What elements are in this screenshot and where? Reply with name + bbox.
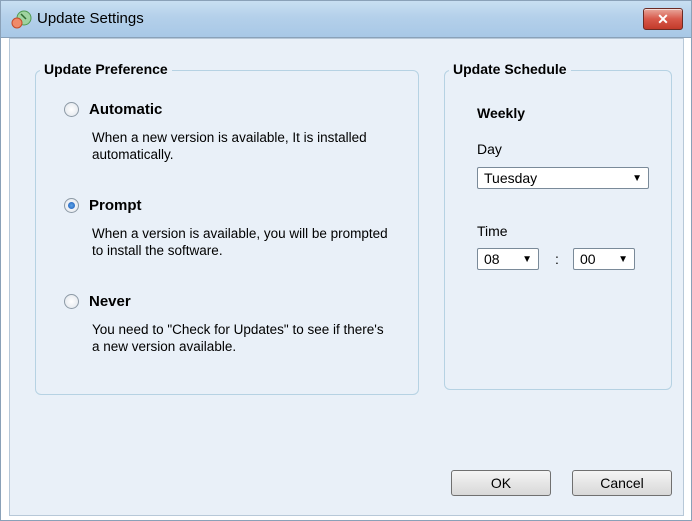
minute-select-value: 00 [580,251,596,267]
radio-automatic-indicator[interactable] [64,102,79,117]
day-select[interactable]: Tuesday ▼ [477,167,649,189]
radio-never-label: Never [89,293,131,310]
update-preference-group: Update Preference Automatic When a new v… [35,61,419,395]
radio-never-indicator[interactable] [64,294,79,309]
time-label: Time [477,223,508,239]
update-schedule-group: Update Schedule Weekly Day Tuesday ▼ Tim… [444,61,672,390]
automatic-description: When a new version is available, It is i… [92,130,367,162]
update-settings-window: Update Settings ✕ Update Preference Auto… [0,0,692,521]
window-title: Update Settings [37,10,144,27]
prompt-description: When a version is available, you will be… [92,226,388,258]
chevron-down-icon: ▼ [522,253,532,265]
radio-prompt-indicator[interactable] [64,198,79,213]
app-icon [11,10,32,29]
hour-select[interactable]: 08 ▼ [477,248,539,270]
close-button[interactable]: ✕ [643,8,683,30]
hour-select-value: 08 [484,251,500,267]
title-bar: Update Settings ✕ [1,1,691,38]
chevron-down-icon: ▼ [618,253,628,265]
radio-prompt-label: Prompt [89,197,142,214]
ok-button[interactable]: OK [451,470,551,496]
time-separator: : [555,251,559,267]
cancel-button[interactable]: Cancel [572,470,672,496]
chevron-down-icon: ▼ [632,172,642,184]
radio-never[interactable]: Never [64,293,131,310]
close-icon: ✕ [657,11,669,27]
never-description: You need to "Check for Updates" to see i… [92,322,384,354]
radio-automatic[interactable]: Automatic [64,101,162,118]
radio-prompt[interactable]: Prompt [64,197,142,214]
day-label: Day [477,141,502,157]
radio-automatic-label: Automatic [89,101,163,118]
update-preference-title: Update Preference [40,61,172,77]
update-schedule-title: Update Schedule [449,61,571,77]
day-select-value: Tuesday [484,170,538,186]
dialog-body: Update Preference Automatic When a new v… [9,38,684,516]
radio-selected-dot [68,202,75,209]
minute-select[interactable]: 00 ▼ [573,248,635,270]
frequency-label: Weekly [477,105,525,121]
